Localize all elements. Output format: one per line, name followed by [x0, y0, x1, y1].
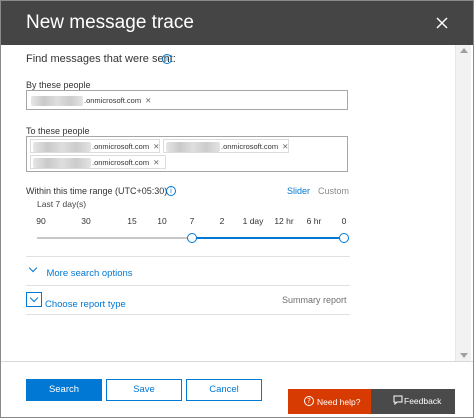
need-help-button[interactable]: ? Need help? — [288, 389, 371, 414]
cancel-button[interactable]: Cancel — [186, 379, 262, 401]
time-range-label: Within this time range (UTC+05:30) — [26, 186, 168, 196]
to-people-label: To these people — [26, 126, 90, 136]
tab-slider[interactable]: Slider — [287, 186, 310, 196]
recipient-token: .onmicrosoft.com ✕ — [30, 155, 166, 169]
remove-token-icon[interactable]: ✕ — [282, 142, 288, 151]
chevron-down-icon — [29, 293, 39, 303]
slider-tick-label: 12 hr — [274, 216, 294, 226]
section-title: Find messages that were sent: — [26, 53, 176, 65]
slider-tick-label: 30 — [81, 216, 91, 226]
slider-tick-label: 7 — [189, 216, 195, 226]
range-current-value: Last 7 day(s) — [37, 199, 87, 209]
info-icon[interactable]: i — [166, 186, 176, 196]
more-search-options-toggle[interactable]: More search options — [28, 263, 133, 279]
slider-tick-label: 90 — [36, 216, 46, 226]
feedback-button[interactable]: Feedback — [371, 389, 455, 414]
to-people-input[interactable]: .onmicrosoft.com ✕ .onmicrosoft.com ✕ .onm… — [26, 136, 348, 172]
redacted-address — [33, 142, 91, 153]
slider-selected-range — [191, 237, 344, 239]
slider-tick-label: 2 — [219, 216, 225, 226]
divider — [26, 314, 350, 315]
slider-tick-label: 15 — [127, 216, 137, 226]
recipient-token: .onmicrosoft.com ✕ — [30, 139, 160, 153]
info-icon[interactable]: i — [162, 54, 172, 64]
vertical-scrollbar[interactable] — [455, 45, 471, 361]
redacted-address — [31, 96, 83, 107]
recipient-token: .onmicrosoft.com ✕ — [163, 139, 289, 153]
slider-tick-label: 0 — [341, 216, 347, 226]
panel-header: New message trace — [1, 1, 473, 45]
slider-tick-label: 10 — [157, 216, 167, 226]
report-type-value: Summary report — [282, 295, 347, 305]
divider — [26, 256, 350, 257]
slider-tick-label: 1 day — [242, 216, 264, 226]
divider — [26, 285, 350, 286]
scroll-down-icon[interactable] — [460, 353, 468, 358]
token-domain: .onmicrosoft.com — [84, 96, 142, 105]
redacted-address — [33, 158, 91, 169]
token-domain: .onmicrosoft.com — [92, 142, 150, 151]
redacted-address — [166, 142, 220, 153]
panel-title: New message trace — [26, 12, 194, 33]
remove-token-icon[interactable]: ✕ — [145, 96, 151, 105]
slider-end-handle[interactable] — [339, 233, 349, 243]
by-people-input[interactable]: .onmicrosoft.com ✕ — [26, 90, 348, 110]
scroll-up-icon[interactable] — [460, 48, 468, 53]
remove-token-icon[interactable]: ✕ — [153, 142, 159, 151]
feedback-label: Feedback — [404, 396, 442, 406]
report-type-label: Choose report type — [45, 299, 126, 310]
close-icon — [436, 17, 448, 29]
token-domain: .onmicrosoft.com — [92, 158, 150, 167]
help-icon: ? — [304, 396, 314, 406]
slider-tick-label: 6 hr — [306, 216, 322, 226]
chevron-down-icon — [28, 263, 38, 273]
by-people-label: By these people — [26, 80, 91, 90]
save-button[interactable]: Save — [106, 379, 182, 401]
slider-start-handle[interactable] — [187, 233, 197, 243]
more-search-options-label: More search options — [46, 268, 133, 279]
close-button[interactable] — [432, 13, 452, 33]
report-type-dropdown[interactable] — [26, 292, 42, 307]
need-help-label: Need help? — [317, 397, 361, 407]
search-button[interactable]: Search — [26, 379, 102, 401]
token-domain: .onmicrosoft.com — [221, 142, 279, 151]
remove-token-icon[interactable]: ✕ — [153, 158, 159, 167]
feedback-icon — [393, 395, 403, 405]
recipient-token: .onmicrosoft.com ✕ — [31, 94, 154, 108]
choose-report-type-link[interactable]: Choose report type — [45, 294, 126, 312]
tab-custom[interactable]: Custom — [318, 186, 349, 196]
